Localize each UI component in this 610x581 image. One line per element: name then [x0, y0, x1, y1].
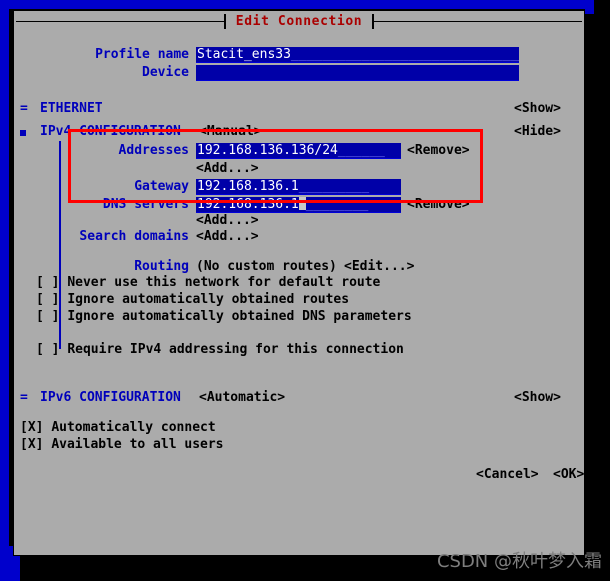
ipv6-show-button[interactable]: <Show>: [514, 390, 561, 405]
gateway-input[interactable]: 192.168.136.1_________: [196, 179, 401, 195]
checkbox-require-ipv4-box: [ ]: [36, 342, 60, 357]
ethernet-show-button[interactable]: <Show>: [514, 101, 561, 116]
ethernet-section-label: ETHERNET: [40, 101, 103, 116]
profile-name-input[interactable]: Stacit_ens33____________________________…: [196, 47, 519, 63]
profile-name-label: Profile name: [95, 47, 189, 62]
gateway-filler: _________: [298, 179, 370, 194]
checkbox-ignore-routes-box: [ ]: [36, 292, 60, 307]
checkbox-require-ipv4[interactable]: [ ] Require IPv4 addressing for this con…: [36, 342, 404, 357]
checkbox-require-ipv4-label: Require IPv4 addressing for this connect…: [67, 342, 404, 357]
checkbox-automatically-connect-label: Automatically connect: [51, 420, 216, 435]
addresses-input[interactable]: 192.168.136.136/24______: [196, 143, 401, 159]
dialog-title: Edit Connection: [235, 13, 363, 29]
titlebar-rule-right: [374, 20, 582, 22]
terminal-frame-top: [0, 0, 594, 9]
addresses-add-button[interactable]: <Add...>: [196, 161, 259, 176]
ipv6-section-label: IPv6 CONFIGURATION: [40, 390, 181, 405]
device-label: Device: [142, 65, 189, 80]
addresses-value: 192.168.136.136/24: [197, 143, 338, 158]
dns-servers-filler: ________: [305, 197, 369, 212]
dns-servers-value: 192.168.136.1: [197, 197, 299, 212]
checkbox-ignore-dns-label: Ignore automatically obtained DNS parame…: [67, 309, 412, 324]
terminal-frame-right: [585, 0, 594, 14]
search-domains-label: Search domains: [79, 229, 189, 244]
text-cursor: [298, 197, 306, 210]
dns-servers-input[interactable]: 192.168.136.1 ________: [196, 197, 401, 213]
ipv6-method-select[interactable]: <Automatic>: [199, 390, 285, 405]
dns-servers-add-button[interactable]: <Add...>: [196, 213, 259, 228]
terminal-frame-left: [0, 0, 9, 555]
addresses-filler: ______: [337, 143, 385, 158]
edit-connection-dialog: Edit Connection Profile name Stacit_ens3…: [13, 10, 585, 556]
checkbox-available-all-users-label: Available to all users: [51, 437, 224, 452]
checkbox-ignore-dns[interactable]: [ ] Ignore automatically obtained DNS pa…: [36, 309, 412, 324]
search-domains-add-button[interactable]: <Add...>: [196, 229, 259, 244]
gateway-label: Gateway: [134, 179, 189, 194]
routing-label: Routing: [134, 259, 189, 274]
ethernet-collapsed-marker[interactable]: =: [20, 101, 28, 116]
checkbox-never-default-route[interactable]: [ ] Never use this network for default r…: [36, 275, 380, 290]
checkbox-ignore-routes-label: Ignore automatically obtained routes: [67, 292, 350, 307]
ok-button[interactable]: <OK>: [553, 467, 584, 482]
ipv4-method-select[interactable]: <Manual>: [199, 124, 262, 139]
addresses-label: Addresses: [118, 143, 189, 158]
cancel-button[interactable]: <Cancel>: [476, 467, 539, 482]
checkbox-never-default-route-label: Never use this network for default route: [67, 275, 381, 290]
ipv4-section-label: IPv4 CONFIGURATION: [40, 124, 181, 139]
device-input[interactable]: [196, 65, 519, 81]
dialog-titlebar: Edit Connection: [14, 11, 584, 31]
checkbox-automatically-connect-box: [X]: [20, 420, 44, 435]
ipv6-collapsed-marker[interactable]: =: [20, 390, 28, 405]
profile-name-filler: ______________________________: [290, 47, 519, 62]
terminal-screen: Edit Connection Profile name Stacit_ens3…: [0, 0, 610, 581]
ipv4-hide-button[interactable]: <Hide>: [514, 124, 561, 139]
dns-servers-remove-button[interactable]: <Remove>: [407, 197, 470, 212]
profile-name-value: Stacit_ens33: [197, 47, 291, 62]
checkbox-ignore-dns-box: [ ]: [36, 309, 60, 324]
routing-value: (No custom routes): [196, 259, 337, 274]
checkbox-automatically-connect[interactable]: [X] Automatically connect: [20, 420, 216, 435]
checkbox-never-default-route-box: [ ]: [36, 275, 60, 290]
checkbox-available-all-users-box: [X]: [20, 437, 44, 452]
checkbox-available-all-users[interactable]: [X] Available to all users: [20, 437, 224, 452]
gateway-value: 192.168.136.1: [197, 179, 299, 194]
ipv4-expanded-marker[interactable]: [20, 130, 26, 136]
dns-servers-label: DNS servers: [102, 197, 189, 212]
watermark-text: CSDN @秋叶梦入霜: [436, 551, 602, 572]
checkbox-ignore-routes[interactable]: [ ] Ignore automatically obtained routes: [36, 292, 349, 307]
titlebar-rule-left: [16, 20, 224, 22]
routing-edit-button[interactable]: <Edit...>: [344, 259, 414, 274]
addresses-remove-button[interactable]: <Remove>: [407, 143, 470, 158]
